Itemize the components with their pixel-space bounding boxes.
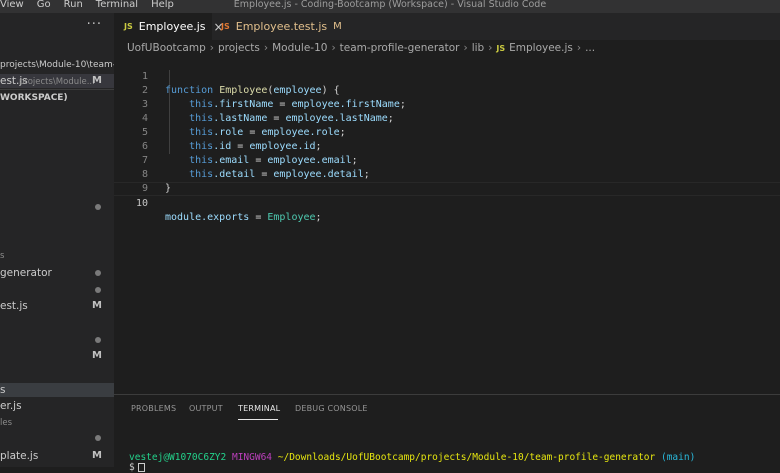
js-file-icon: JS	[496, 43, 506, 53]
git-dot-icon	[95, 204, 101, 210]
breadcrumb-item[interactable]: UofUBootcamp	[127, 42, 206, 54]
js-test-file-icon: JS	[221, 22, 230, 31]
sidebar-header: ···	[0, 13, 114, 40]
list-item[interactable]: est.js	[0, 300, 28, 312]
chevron-right-icon: ›	[463, 42, 468, 54]
tab-terminal[interactable]: TERMINAL	[238, 404, 280, 413]
breadcrumb-item[interactable]: Module-10	[272, 42, 327, 54]
list-item[interactable]: s	[0, 384, 5, 396]
line-number: 10	[135, 198, 148, 209]
modified-badge: M	[92, 75, 102, 86]
chevron-right-icon: ›	[331, 42, 336, 54]
chevron-right-icon: ›	[209, 42, 214, 54]
tab-output[interactable]: OUTPUT	[189, 404, 223, 413]
tab-label: Employee.test.js	[235, 20, 328, 33]
breadcrumb: UofUBootcamp › projects › Module-10 › te…	[127, 42, 595, 54]
chevron-right-icon: ›	[263, 42, 269, 54]
breadcrumb-file[interactable]: Employee.js	[509, 42, 573, 54]
modified-badge: M	[333, 21, 342, 32]
open-editor-file-path: projects\Module...	[19, 77, 95, 87]
tab-problems[interactable]: PROBLEMS	[131, 404, 176, 413]
code-editor[interactable]: 1 function Employee(employee) { 2 this.f…	[114, 56, 780, 394]
list-item[interactable]: er.js	[0, 400, 22, 412]
tab-label: Employee.js	[138, 20, 206, 33]
code-line[interactable]: 4 this.role = employee.role;	[114, 98, 780, 138]
code-line[interactable]: 3 this.lastName = employee.lastName;	[114, 84, 780, 124]
code-line[interactable]: 1 function Employee(employee) {	[114, 56, 780, 96]
code-line[interactable]: 9	[114, 168, 780, 194]
terminal-shell: MINGW64	[231, 452, 273, 463]
code-line[interactable]: 2 this.firstName = employee.firstName;	[114, 70, 780, 110]
code-line[interactable]: 7 this.detail = employee.detail;	[114, 140, 780, 180]
code-line[interactable]: 5 this.id = employee.id;	[114, 112, 780, 152]
git-dot-icon	[95, 270, 101, 276]
list-item[interactable]: generator	[0, 267, 52, 279]
chevron-right-icon: ›	[576, 42, 582, 54]
list-item[interactable]: s	[0, 251, 4, 261]
editor-tabs: JS Employee.js × JS Employee.test.js M	[114, 13, 780, 40]
ellipsis-icon[interactable]: ···	[87, 17, 102, 32]
bottom-panel: PROBLEMS OUTPUT TERMINAL DEBUG CONSOLE v…	[114, 394, 780, 473]
open-editor-path[interactable]: projects\Module-10\team-...	[0, 60, 114, 70]
tab-debug-console[interactable]: DEBUG CONSOLE	[295, 404, 368, 413]
list-item[interactable]: les	[0, 418, 12, 428]
tab-employee-test-js[interactable]: JS Employee.test.js M	[211, 13, 342, 40]
selected-row[interactable]	[0, 383, 114, 397]
breadcrumb-tail[interactable]: ...	[585, 42, 595, 54]
window-title: Employee.js - Coding-Bootcamp (Workspace…	[233, 0, 547, 10]
modified-badge: M	[92, 450, 102, 461]
code-line-current[interactable]: 10 module.exports = Employee;	[114, 182, 780, 223]
terminal-branch: (main)	[660, 452, 696, 463]
terminal-input-line[interactable]: $	[129, 462, 145, 473]
tab-employee-js[interactable]: JS Employee.js ×	[114, 13, 224, 40]
modified-badge: M	[92, 300, 102, 311]
active-tab-indicator	[238, 419, 278, 420]
terminal-cursor	[137, 463, 145, 472]
sidebar-divider	[0, 89, 114, 90]
code-line[interactable]: 8 }	[114, 154, 780, 194]
chevron-right-icon: ›	[488, 42, 493, 54]
modified-badge: M	[92, 350, 102, 361]
git-dot-icon	[95, 435, 101, 441]
git-dot-icon	[95, 287, 101, 293]
terminal-prompt: $	[129, 462, 135, 473]
terminal-path: ~/Downloads/UofUBootcamp/projects/Module…	[277, 452, 656, 463]
code-line[interactable]: 6 this.email = employee.email;	[114, 126, 780, 166]
title-bar: View Go Run Terminal Help Employee.js - …	[0, 0, 780, 13]
breadcrumb-item[interactable]: team-profile-generator	[340, 42, 460, 54]
workspace-header[interactable]: WORKSPACE)	[0, 93, 68, 103]
breadcrumb-item[interactable]: lib	[472, 42, 485, 54]
explorer-sidebar: ··· projects\Module-10\team-... est.js p…	[0, 13, 114, 467]
js-file-icon: JS	[124, 22, 133, 31]
terminal-prompt-line[interactable]: vestej@W1070C6ZY2 MINGW64 ~/Downloads/Uo…	[129, 452, 695, 463]
breadcrumb-item[interactable]: projects	[218, 42, 260, 54]
git-dot-icon	[95, 337, 101, 343]
list-item[interactable]: plate.js	[0, 450, 38, 462]
